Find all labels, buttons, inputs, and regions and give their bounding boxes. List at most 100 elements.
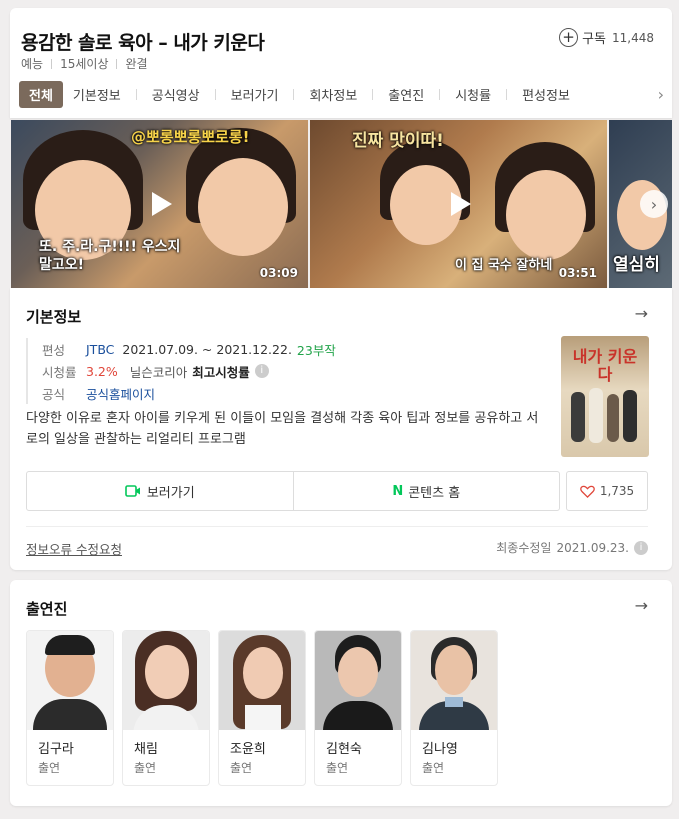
channel-link[interactable]: JTBC <box>86 342 114 357</box>
arrow-right-icon[interactable]: → <box>635 304 648 323</box>
tab-divider <box>439 88 441 100</box>
air-period: 2021.07.09. ~ 2021.12.22. <box>122 341 292 357</box>
cast-photo <box>123 631 209 730</box>
clip-duration: 03:09 <box>259 266 298 280</box>
cast-role: 출연 <box>326 761 349 775</box>
meta-divider <box>51 58 53 69</box>
tab-basic-info[interactable]: 기본정보 <box>63 81 131 108</box>
clip-caption: 진짜 맛이따! <box>352 131 444 151</box>
tab-divider <box>506 88 508 100</box>
clip-caption: 열심히 <box>613 255 660 275</box>
video-clip[interactable]: @뽀롱뽀롱뽀로롱! 또. 주.라.구!!!! 우스지 말고오! 03:09 <box>11 120 308 288</box>
official-label: 공식 <box>42 386 66 402</box>
poster-figure <box>623 390 637 442</box>
clip-carousel: @뽀롱뽀롱뽀로롱! 또. 주.라.구!!!! 우스지 말고오! 03:09 진짜… <box>11 120 672 288</box>
cast-photo <box>411 631 497 730</box>
heart-icon <box>580 485 595 498</box>
tab-divider <box>293 88 295 100</box>
updated-date: 2021.09.23. <box>556 540 629 555</box>
subscribe-count: 11,448 <box>612 30 654 45</box>
arrow-right-icon[interactable]: → <box>635 596 648 615</box>
cast-name: 김나영 <box>422 742 458 757</box>
content-home-button[interactable]: N 콘텐츠 홈 <box>292 472 560 510</box>
watch-button[interactable]: 보러가기 <box>27 472 293 510</box>
clip-caption: 또. 주.라.구!!!! 우스지 말고오! <box>39 239 181 273</box>
program-title: 용감한 솔로 육아 – 내가 키운다 <box>21 32 265 54</box>
subscribe-button[interactable]: + 구독 11,448 <box>559 28 654 47</box>
cast-role: 출연 <box>38 761 61 775</box>
play-icon <box>450 192 471 216</box>
program-poster[interactable]: 내가 키운다 <box>561 336 649 457</box>
cast-list: 김구라 출연 채림 출연 조윤희 출연 김현숙 출연 김나영 출연 <box>26 630 506 786</box>
poster-title: 내가 키운다 <box>572 347 638 384</box>
rating-value: 3.2% <box>86 363 118 379</box>
tab-ratings[interactable]: 시청률 <box>445 81 501 108</box>
play-icon <box>151 192 172 216</box>
cast-member[interactable]: 채림 출연 <box>122 630 210 786</box>
cast-name: 조윤희 <box>230 742 266 757</box>
tab-divider <box>135 88 137 100</box>
like-count: 1,735 <box>599 484 635 498</box>
rating-row: 시청률 3.2% 닐슨코리아 최고시청률 i <box>42 360 336 382</box>
child-face <box>198 158 288 256</box>
tab-divider <box>372 88 374 100</box>
cast-name: 김구라 <box>38 742 74 757</box>
last-updated: 최종수정일 2021.09.23. i <box>496 539 648 556</box>
rating-label: 시청률 <box>42 364 77 380</box>
basic-info-card: 기본정보 → 편성 JTBC 2021.07.09. ~ 2021.12.22.… <box>10 288 672 570</box>
info-rows: 편성 JTBC 2021.07.09. ~ 2021.12.22. 23부작 시… <box>26 338 336 404</box>
cast-name: 채림 <box>134 742 158 757</box>
cast-photo <box>219 631 305 730</box>
cast-role: 출연 <box>422 761 445 775</box>
tab-cast[interactable]: 출연진 <box>378 81 434 108</box>
poster-figure <box>589 388 603 443</box>
tab-all[interactable]: 전체 <box>19 80 63 108</box>
program-header: 용감한 솔로 육아 – 내가 키운다 + 구독 11,448 예능 15세이상 … <box>10 8 672 118</box>
video-clip[interactable]: 진짜 맛이따! 이 집 국수 잘하네 03:51 <box>310 120 607 288</box>
program-description: 다양한 이유로 혼자 아이를 키우게 된 이들이 모임을 결성해 각종 육아 팁… <box>26 411 539 447</box>
content-home-label: 콘텐츠 홈 <box>408 485 461 501</box>
tab-episodes[interactable]: 회차정보 <box>299 81 367 108</box>
program-meta: 예능 15세이상 완결 <box>21 55 148 72</box>
tab-divider <box>214 88 216 100</box>
cast-role: 출연 <box>134 761 157 775</box>
cast-member[interactable]: 김구라 출연 <box>26 630 114 786</box>
cast-member[interactable]: 조윤희 출연 <box>218 630 306 786</box>
section-title: 기본정보 <box>26 308 82 326</box>
report-error-link[interactable]: 정보오류 수정요청 <box>26 539 122 558</box>
episode-count[interactable]: 23부작 <box>297 340 336 359</box>
official-row: 공식 공식홈페이지 <box>42 382 336 404</box>
tab-watch[interactable]: 보러가기 <box>221 81 289 108</box>
info-icon[interactable]: i <box>634 540 648 555</box>
tab-bar: 전체 기본정보 공식영상 보러가기 회차정보 출연진 시청률 편성정보 › <box>19 80 664 108</box>
cast-member[interactable]: 김나영 출연 <box>410 630 498 786</box>
schedule-row: 편성 JTBC 2021.07.09. ~ 2021.12.22. 23부작 <box>42 338 336 360</box>
cast-member[interactable]: 김현숙 출연 <box>314 630 402 786</box>
official-homepage-link[interactable]: 공식홈페이지 <box>86 384 155 403</box>
info-icon[interactable]: i <box>254 364 269 378</box>
cast-photo <box>27 631 113 730</box>
cast-name: 김현숙 <box>326 742 362 757</box>
tab-schedule[interactable]: 편성정보 <box>512 81 580 108</box>
chevron-right-icon[interactable]: › <box>658 85 664 104</box>
updated-label: 최종수정일 <box>496 541 552 555</box>
like-button[interactable]: 1,735 <box>566 471 648 511</box>
rating-source: 닐슨코리아 <box>129 364 188 380</box>
poster-figure <box>571 392 585 442</box>
chevron-right-icon[interactable]: › <box>640 190 668 218</box>
cast-role: 출연 <box>230 761 253 775</box>
meta-age: 15세이상 <box>60 57 109 71</box>
tab-official-video[interactable]: 공식영상 <box>142 81 210 108</box>
naver-logo-icon: N <box>392 483 404 499</box>
meta-divider <box>116 58 118 69</box>
meta-status: 완결 <box>125 57 148 71</box>
watch-label: 보러가기 <box>146 485 195 501</box>
cast-photo <box>315 631 401 730</box>
schedule-label: 편성 <box>42 342 66 358</box>
poster-figure <box>607 394 619 442</box>
clip-caption: @뽀롱뽀롱뽀로롱! <box>131 128 250 146</box>
plus-icon: + <box>559 28 579 47</box>
cast-card: 출연진 → 김구라 출연 채림 출연 조윤희 출연 김현숙 출연 김나영 출연 <box>10 580 672 806</box>
child-face <box>506 170 586 260</box>
rating-type: 최고시청률 <box>192 364 250 380</box>
